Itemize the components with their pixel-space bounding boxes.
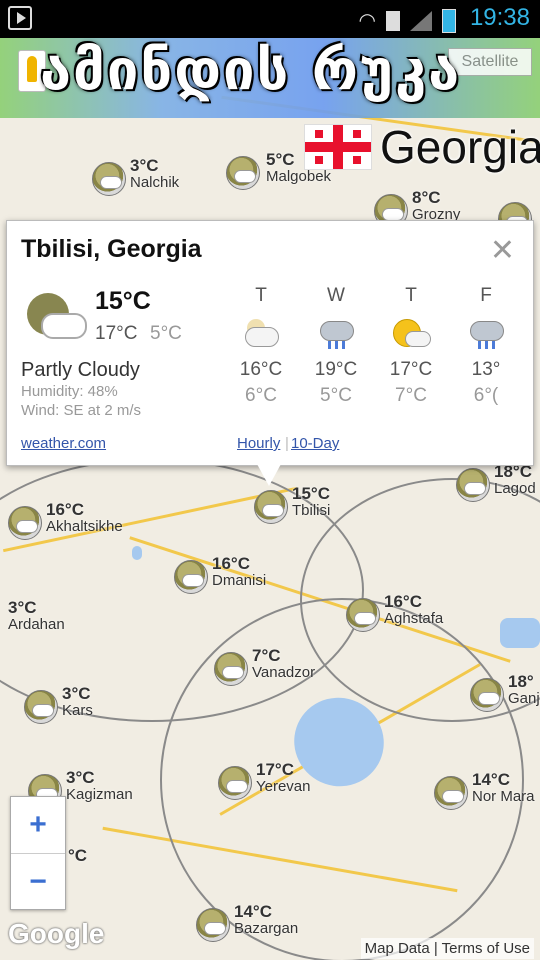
zoom-out-button[interactable]: − xyxy=(11,853,65,910)
weather-icon xyxy=(470,678,504,712)
terms-of-use-link[interactable]: Terms of Use xyxy=(442,940,530,957)
reservoir xyxy=(500,618,540,648)
partly-cloudy-icon xyxy=(241,317,281,351)
forecast-strip: T 16°C 6°C W 19°C 5°C T 17°C 7°C F 13° 6… xyxy=(227,285,523,415)
play-store-icon xyxy=(8,6,32,30)
current-high: 17°C xyxy=(95,323,138,344)
wifi-icon: ◠ xyxy=(358,10,376,32)
info-window-pointer xyxy=(257,464,281,486)
map-data-link[interactable]: Map Data xyxy=(365,940,430,957)
weather-icon xyxy=(346,598,380,632)
current-low: 5°C xyxy=(150,323,182,344)
weather-icon xyxy=(24,690,58,724)
sun-cloud-icon xyxy=(391,317,431,351)
city-title: Tbilisi, Georgia xyxy=(21,235,202,263)
weather-icon xyxy=(8,506,42,540)
status-icons: ◠ xyxy=(359,8,456,33)
forecast-day: W 19°C 5°C xyxy=(314,285,358,406)
app-title: ამინდის რუკა xyxy=(40,38,462,103)
rain-icon xyxy=(316,317,356,351)
weather-icon xyxy=(214,652,248,686)
weather-icon xyxy=(218,766,252,800)
zoom-control: + − xyxy=(10,796,66,910)
ten-day-link[interactable]: 10-Day xyxy=(291,435,339,452)
forecast-day: F 13° 6°( xyxy=(456,285,516,407)
condition-text: Partly Cloudy xyxy=(21,359,140,381)
zoom-in-button[interactable]: + xyxy=(11,797,65,853)
forecast-day: T 16°C 6°C xyxy=(239,285,283,406)
country-label: Georgia xyxy=(380,121,540,173)
weather-icon xyxy=(92,162,126,196)
sim-icon xyxy=(386,10,400,31)
partly-cloudy-icon xyxy=(27,293,87,341)
weather-icon xyxy=(434,776,468,810)
weather-icon xyxy=(226,156,260,190)
wind-text: Wind: SE at 2 m/s xyxy=(21,402,142,419)
weather-icon xyxy=(254,490,288,524)
hourly-link[interactable]: Hourly xyxy=(237,435,280,452)
georgia-flag-icon xyxy=(304,124,372,170)
map-attribution: Map Data | Terms of Use xyxy=(360,938,534,959)
weather-icon xyxy=(456,468,490,502)
signal-icon xyxy=(410,10,432,31)
weather-icon xyxy=(196,908,230,942)
rain-icon xyxy=(466,317,506,351)
clock: 19:38 xyxy=(469,4,530,31)
battery-icon xyxy=(442,8,456,33)
lake xyxy=(132,546,142,560)
current-temperature: 15°C xyxy=(95,287,151,315)
humidity-text: Humidity: 48% xyxy=(21,383,118,400)
google-logo: Google xyxy=(8,918,105,949)
link-separator: | xyxy=(285,435,289,452)
weather-icon xyxy=(174,560,208,594)
close-icon[interactable]: ✕ xyxy=(490,233,515,268)
forecast-day: T 17°C 7°C xyxy=(389,285,433,406)
weather-info-window: Tbilisi, Georgia ✕ 15°C 17°C 5°C Partly … xyxy=(6,220,534,466)
weather-com-link[interactable]: weather.com xyxy=(21,435,106,452)
status-bar: ◠ 19:38 xyxy=(0,0,540,38)
